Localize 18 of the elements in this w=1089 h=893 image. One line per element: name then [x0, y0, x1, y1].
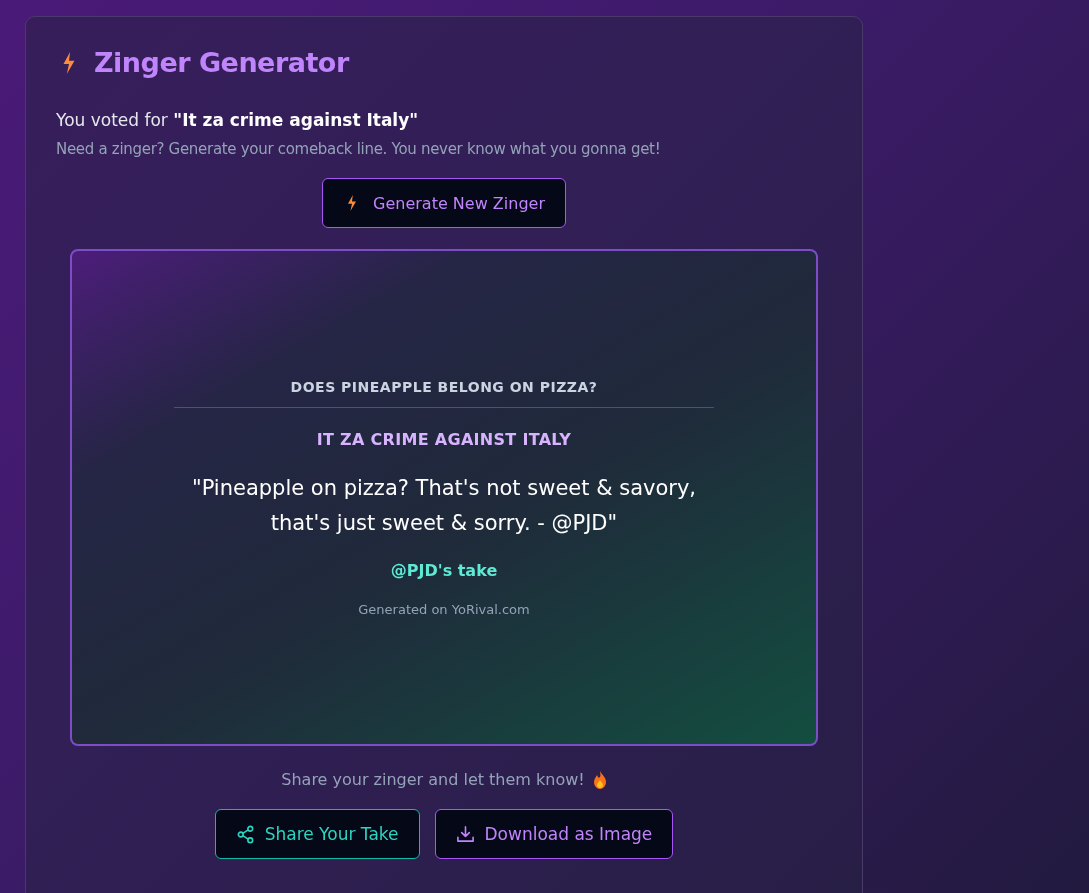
vote-label: You voted for [56, 110, 168, 130]
voted-choice: "It za crime against Italy" [173, 110, 419, 130]
lightning-icon [62, 51, 76, 74]
lightning-icon [347, 195, 358, 211]
fire-icon [592, 770, 607, 789]
zinger-quote: "Pineapple on pizza? That's not sweet & savory, that's just sweet & sorry. - @PJD" [190, 474, 698, 537]
page-title: Zinger Generator [94, 47, 349, 78]
share-icon [235, 824, 255, 844]
footer-text: Generated on YoRival.com [358, 601, 530, 617]
generate-button[interactable]: Generate New Zinger [322, 178, 566, 228]
question: DOES PINEAPPLE BELONG ON PIZZA? [290, 378, 598, 395]
download-icon [455, 824, 475, 844]
answer: IT ZA CRIME AGAINST ITALY [316, 429, 572, 449]
share-button[interactable]: Share Your Take [214, 809, 420, 859]
subtitle: Need a zinger? Generate your comeback line. You never know what you gonna get! [56, 140, 662, 158]
download-button[interactable]: Download as Image [434, 809, 674, 859]
author: @PJD's take [390, 560, 498, 580]
share-prompt: Share your zinger and let them know! [281, 770, 585, 789]
